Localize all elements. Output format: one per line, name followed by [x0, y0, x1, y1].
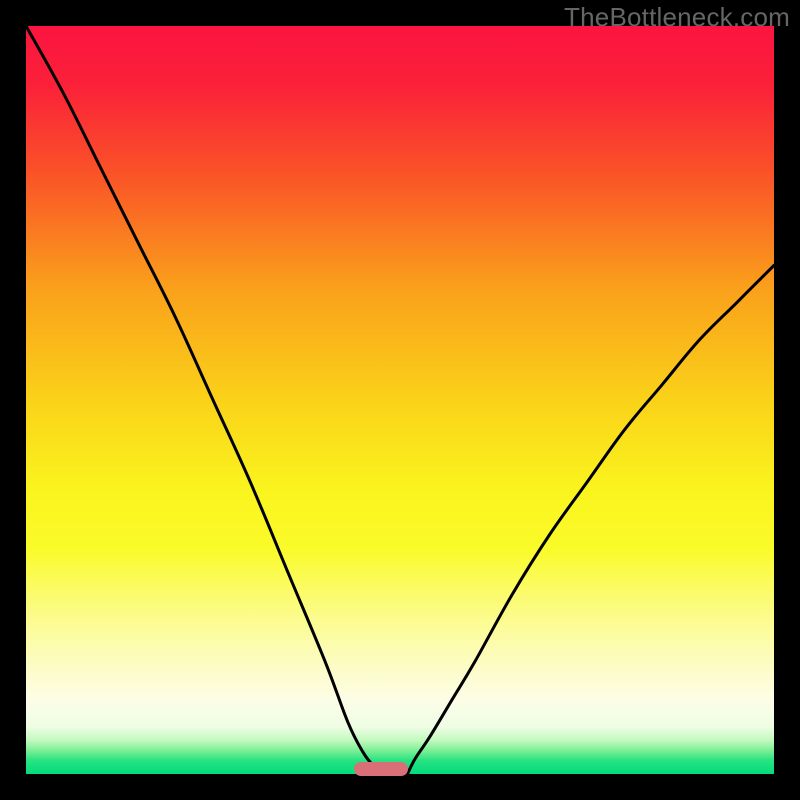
chart-frame — [26, 26, 774, 774]
bottleneck-marker — [354, 762, 408, 776]
bottleneck-curve — [26, 26, 774, 774]
